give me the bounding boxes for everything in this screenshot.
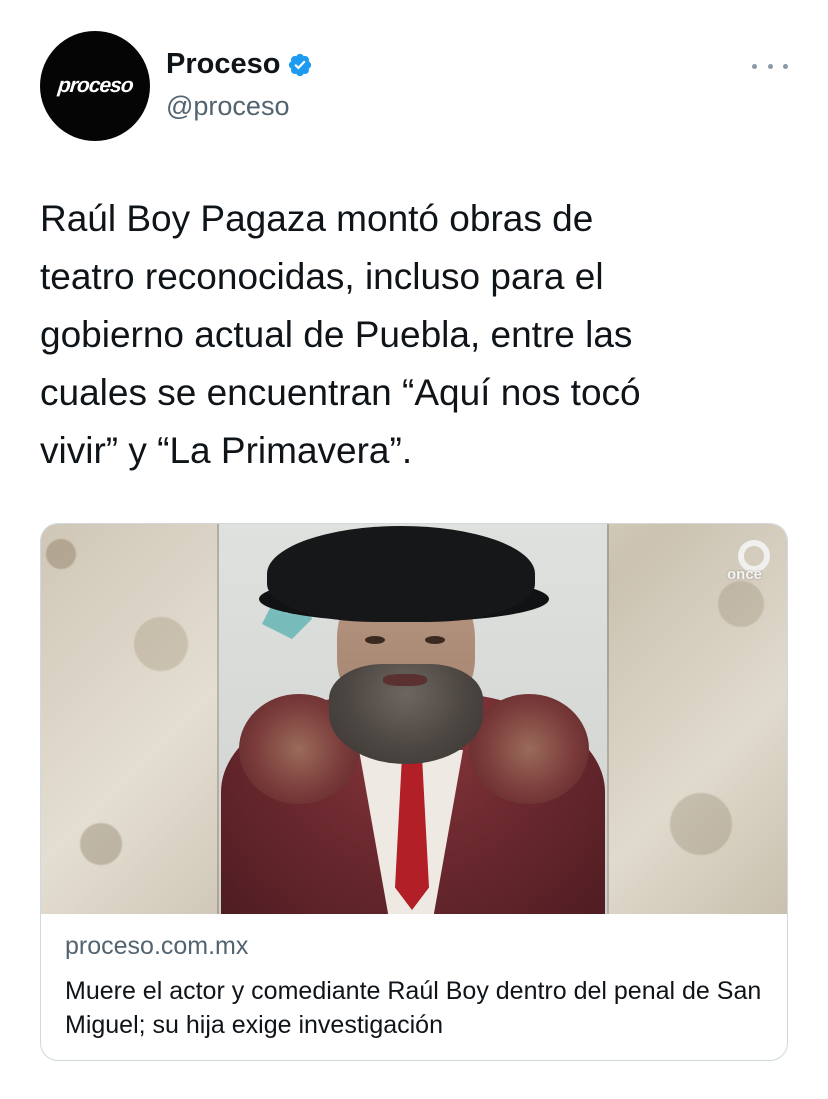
link-card[interactable]: once proceso.com.mx Muere el actor y com… [40,523,788,1061]
verified-badge-icon [289,53,312,76]
mouth-shape [383,674,427,686]
avatar[interactable]: proceso [40,31,150,141]
tweet-text: Raúl Boy Pagaza montó obras de teatro re… [40,198,641,471]
author-handle[interactable]: @proceso [166,91,289,122]
more-horizontal-icon [783,63,788,69]
card-domain: proceso.com.mx [65,932,249,960]
hat-shape [267,526,535,622]
eye-shape [425,636,445,644]
avatar-logo: proceso [56,74,134,97]
more-options-button[interactable] [752,56,788,76]
more-horizontal-icon [752,63,757,69]
channel-watermark-text: once [727,566,763,583]
card-title: Muere el actor y comediante Raúl Boy den… [65,977,762,1039]
author-name-text: Proceso [166,48,281,80]
eye-shape [365,636,385,644]
card-photo [219,524,607,914]
tweet: proceso Proceso @proceso Raúl Boy Pagaza… [0,0,828,1099]
more-horizontal-icon [767,63,773,69]
card-image: once [41,524,787,914]
shoulder-ornament [469,694,589,804]
author-name[interactable]: Proceso [166,48,313,81]
